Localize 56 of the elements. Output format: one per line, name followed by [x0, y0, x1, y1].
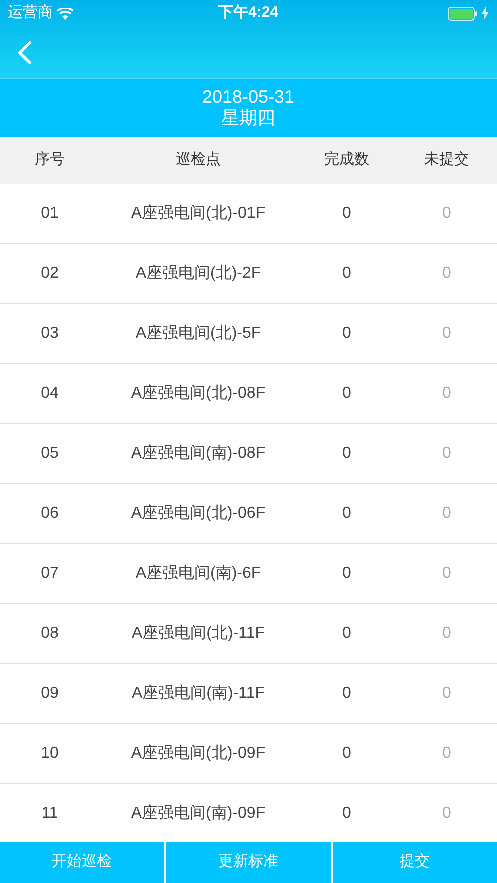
column-header: 巡检点	[176, 151, 221, 168]
table-cell: 0	[342, 804, 352, 822]
table-cell: 08	[41, 624, 59, 642]
table-cell: 03	[41, 324, 59, 342]
column-header: 完成数	[324, 151, 370, 168]
table-cell: 11	[42, 804, 58, 822]
table-cell: 07	[41, 564, 59, 582]
table-cell: A座强电间(北)-2F	[136, 264, 262, 282]
table-cell: 0	[342, 684, 352, 702]
table-cell: 0	[342, 744, 352, 762]
table-cell: 0	[342, 324, 352, 342]
table-cell: 05	[41, 444, 59, 462]
table-cell: 0	[442, 444, 452, 462]
table-cell: 09	[41, 684, 59, 702]
table-cell: 0	[442, 264, 452, 282]
table-cell: 0	[442, 204, 452, 222]
table-cell: 0	[342, 264, 352, 282]
battery-icon	[448, 6, 478, 20]
table-cell: A座强电间(南)-6F	[136, 564, 262, 582]
back-icon[interactable]	[18, 40, 32, 64]
table-cell: A座强电间(南)-09F	[131, 804, 266, 822]
table-cell: 0	[342, 564, 352, 582]
table-cell: 0	[342, 384, 352, 402]
column-header: 序号	[35, 151, 65, 168]
charging-icon	[482, 7, 489, 20]
table-cell: 0	[442, 384, 452, 402]
table-cell: 0	[342, 204, 352, 222]
table-cell: A座强电间(北)-01F	[131, 204, 266, 222]
table-cell: 0	[442, 324, 452, 342]
table-cell: 0	[342, 624, 352, 642]
clock-text: 下午4:24	[218, 4, 279, 22]
table-cell: 04	[41, 384, 59, 402]
table-cell: 0	[442, 684, 452, 702]
table-cell: 02	[41, 264, 59, 282]
carrier-text: 运营商	[8, 3, 53, 24]
table-cell: 0	[442, 504, 452, 522]
table-cell: A座强电间(北)-09F	[131, 744, 266, 762]
table-cell: A座强电间(北)-08F	[131, 384, 266, 402]
wifi-icon	[57, 8, 74, 20]
table-cell: A座强电间(南)-08F	[131, 444, 266, 462]
table-cell: 0	[442, 804, 452, 822]
table-cell: A座强电间(北)-11F	[132, 624, 266, 642]
table-cell: 0	[342, 504, 352, 522]
table-cell: 0	[342, 444, 352, 462]
table-cell: 0	[442, 624, 452, 642]
table-cell: 0	[442, 564, 452, 582]
weekday-text: 星期四	[222, 108, 276, 129]
table-cell: 10	[41, 744, 59, 762]
table-cell: A座强电间(北)-06F	[131, 504, 266, 522]
table-cell: A座强电间(南)-11F	[132, 684, 266, 702]
table-cell: 01	[41, 204, 59, 222]
date-text: 2018-05-31	[202, 87, 295, 108]
table-cell: 06	[41, 504, 59, 522]
table-cell: A座强电间(北)-5F	[136, 324, 262, 342]
column-header: 未提交	[424, 151, 470, 168]
table-cell: 0	[442, 744, 452, 762]
